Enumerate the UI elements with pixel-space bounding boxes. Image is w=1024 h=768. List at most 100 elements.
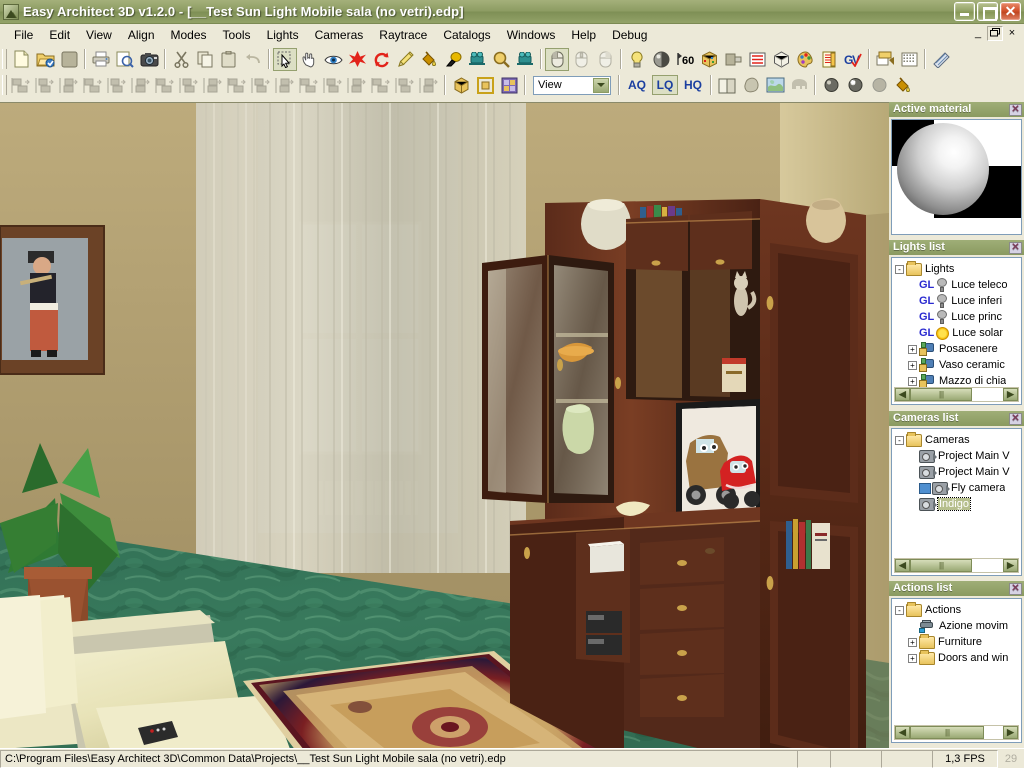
list-item[interactable]: + Furniture — [895, 633, 1021, 650]
menu-tools[interactable]: Tools — [215, 26, 259, 44]
lights-list-body[interactable]: - Lights GL Luce teleco GL Luce inferi G… — [891, 257, 1022, 405]
close-icon[interactable]: ✕ — [1009, 241, 1022, 254]
3d-viewport[interactable] — [0, 102, 889, 748]
scrollbar-thumb[interactable]: |||| — [910, 726, 984, 739]
menu-modes[interactable]: Modes — [163, 26, 215, 44]
list-item[interactable]: GL Luce princ — [895, 309, 1021, 325]
close-icon[interactable]: ✕ — [1009, 103, 1022, 116]
lights-list-scrollbar[interactable]: ◀ |||| ▶ — [894, 387, 1019, 402]
color-palette-icon[interactable] — [793, 48, 817, 71]
view-combo[interactable]: View — [533, 75, 611, 95]
toolbar-grip[interactable] — [2, 75, 7, 95]
list-item[interactable]: GL Luce solar — [895, 325, 1021, 341]
minimize-button[interactable] — [954, 2, 975, 21]
world-map-icon[interactable] — [763, 74, 787, 97]
list-item[interactable]: + Vaso ceramic — [895, 357, 1021, 373]
menu-windows[interactable]: Windows — [499, 26, 564, 44]
tree-root-actions[interactable]: - Actions — [895, 601, 1021, 618]
cut-icon[interactable] — [169, 48, 193, 71]
menu-debug[interactable]: Debug — [604, 26, 655, 44]
scroll-right-icon[interactable]: ▶ — [1003, 559, 1018, 572]
light-bulb-icon[interactable] — [625, 48, 649, 71]
pencil-edit-icon[interactable] — [393, 48, 417, 71]
quality-hq-button[interactable]: HQ — [680, 75, 706, 95]
scrollbar-thumb[interactable]: |||| — [910, 559, 972, 572]
layers-list-icon[interactable] — [745, 48, 769, 71]
camera-place-icon[interactable] — [513, 48, 537, 71]
fov-60-icon[interactable]: 60 — [673, 48, 697, 71]
menu-catalogs[interactable]: Catalogs — [435, 26, 498, 44]
render-solid-icon[interactable] — [449, 74, 473, 97]
chevron-down-icon[interactable] — [593, 77, 609, 93]
menu-raytrace[interactable]: Raytrace — [371, 26, 435, 44]
expander-icon[interactable]: + — [908, 360, 917, 370]
render-export-icon[interactable] — [873, 48, 897, 71]
scroll-left-icon[interactable]: ◀ — [895, 726, 910, 739]
shade-sphere-dark-icon[interactable] — [819, 74, 843, 97]
mdi-minimize-button[interactable]: _ — [970, 26, 986, 41]
eye-view-icon[interactable] — [321, 48, 345, 71]
camera-tool-icon[interactable] — [465, 48, 489, 71]
menu-help[interactable]: Help — [563, 26, 604, 44]
new-document-icon[interactable] — [9, 48, 33, 71]
quality-aq-button[interactable]: AQ — [624, 75, 650, 95]
open-book-icon[interactable] — [715, 74, 739, 97]
move-object-icon[interactable] — [345, 48, 369, 71]
tree-root-cameras[interactable]: - Cameras — [895, 431, 1021, 448]
list-item[interactable]: + Doors and win — [895, 649, 1021, 666]
render-textured-icon[interactable] — [497, 74, 521, 97]
expander-icon[interactable]: - — [895, 605, 904, 615]
render-box-icon[interactable] — [473, 74, 497, 97]
menu-cameras[interactable]: Cameras — [307, 26, 372, 44]
actions-list-scrollbar[interactable]: ◀ |||| ▶ — [894, 725, 1019, 740]
close-icon[interactable]: ✕ — [1009, 412, 1022, 425]
list-item[interactable]: Azione movim — [895, 618, 1021, 634]
list-item[interactable]: GL Luce inferi — [895, 293, 1021, 309]
wireframe-box-icon[interactable] — [769, 48, 793, 71]
scrollbar-thumb[interactable]: |||| — [910, 388, 972, 401]
list-item[interactable]: Fly camera — [895, 480, 1021, 496]
camera-snapshot-icon[interactable] — [137, 48, 161, 71]
wall-block-icon[interactable] — [721, 48, 745, 71]
list-item[interactable]: + Posacenere — [895, 341, 1021, 357]
copy-icon[interactable] — [193, 48, 217, 71]
pan-hand-icon[interactable] — [297, 48, 321, 71]
active-material-body[interactable] — [891, 119, 1022, 235]
list-item[interactable]: GL Luce teleco — [895, 277, 1021, 293]
scroll-right-icon[interactable]: ▶ — [1003, 388, 1018, 401]
properties-sheet-icon[interactable] — [817, 48, 841, 71]
scroll-right-icon[interactable]: ▶ — [1003, 726, 1018, 739]
cameras-list-scrollbar[interactable]: ◀ |||| ▶ — [894, 558, 1019, 573]
shade-sphere-highlight-icon[interactable] — [843, 74, 867, 97]
print-icon[interactable] — [89, 48, 113, 71]
zoom-material-icon[interactable] — [489, 48, 513, 71]
cameras-list-body[interactable]: - Cameras Project Main V Project Main V — [891, 428, 1022, 576]
close-icon[interactable]: ✕ — [1009, 582, 1022, 595]
list-item[interactable]: Project Main V — [895, 464, 1021, 480]
expander-icon[interactable]: + — [908, 637, 917, 647]
paste-icon[interactable] — [217, 48, 241, 71]
mdi-restore-button[interactable] — [987, 26, 1003, 41]
list-item-selected[interactable]: Indigo — [895, 496, 1021, 512]
paint-bucket-icon[interactable] — [417, 48, 441, 71]
expander-icon[interactable]: - — [895, 435, 904, 445]
menu-align[interactable]: Align — [120, 26, 163, 44]
open-folder-icon[interactable] — [33, 48, 57, 71]
select-pointer-icon[interactable] — [273, 47, 297, 71]
expander-icon[interactable]: + — [908, 344, 917, 354]
sphere-render-icon[interactable] — [649, 48, 673, 71]
menu-view[interactable]: View — [78, 26, 120, 44]
shade-paint-icon[interactable] — [891, 74, 915, 97]
scroll-left-icon[interactable]: ◀ — [895, 559, 910, 572]
spell-check-icon[interactable]: GV — [841, 48, 865, 71]
raytrace-icon[interactable] — [929, 48, 953, 71]
menu-file[interactable]: File — [6, 26, 41, 44]
actions-list-body[interactable]: - Actions Azione movim + Furniture + Doo… — [891, 598, 1022, 743]
mouse-left-icon[interactable] — [545, 47, 569, 71]
expander-icon[interactable]: + — [908, 376, 917, 386]
texture-cube-icon[interactable] — [697, 48, 721, 71]
spotlight-icon[interactable] — [441, 48, 465, 71]
toolbar-grip[interactable] — [2, 49, 7, 69]
scroll-left-icon[interactable]: ◀ — [895, 388, 910, 401]
expander-icon[interactable]: + — [908, 653, 917, 663]
